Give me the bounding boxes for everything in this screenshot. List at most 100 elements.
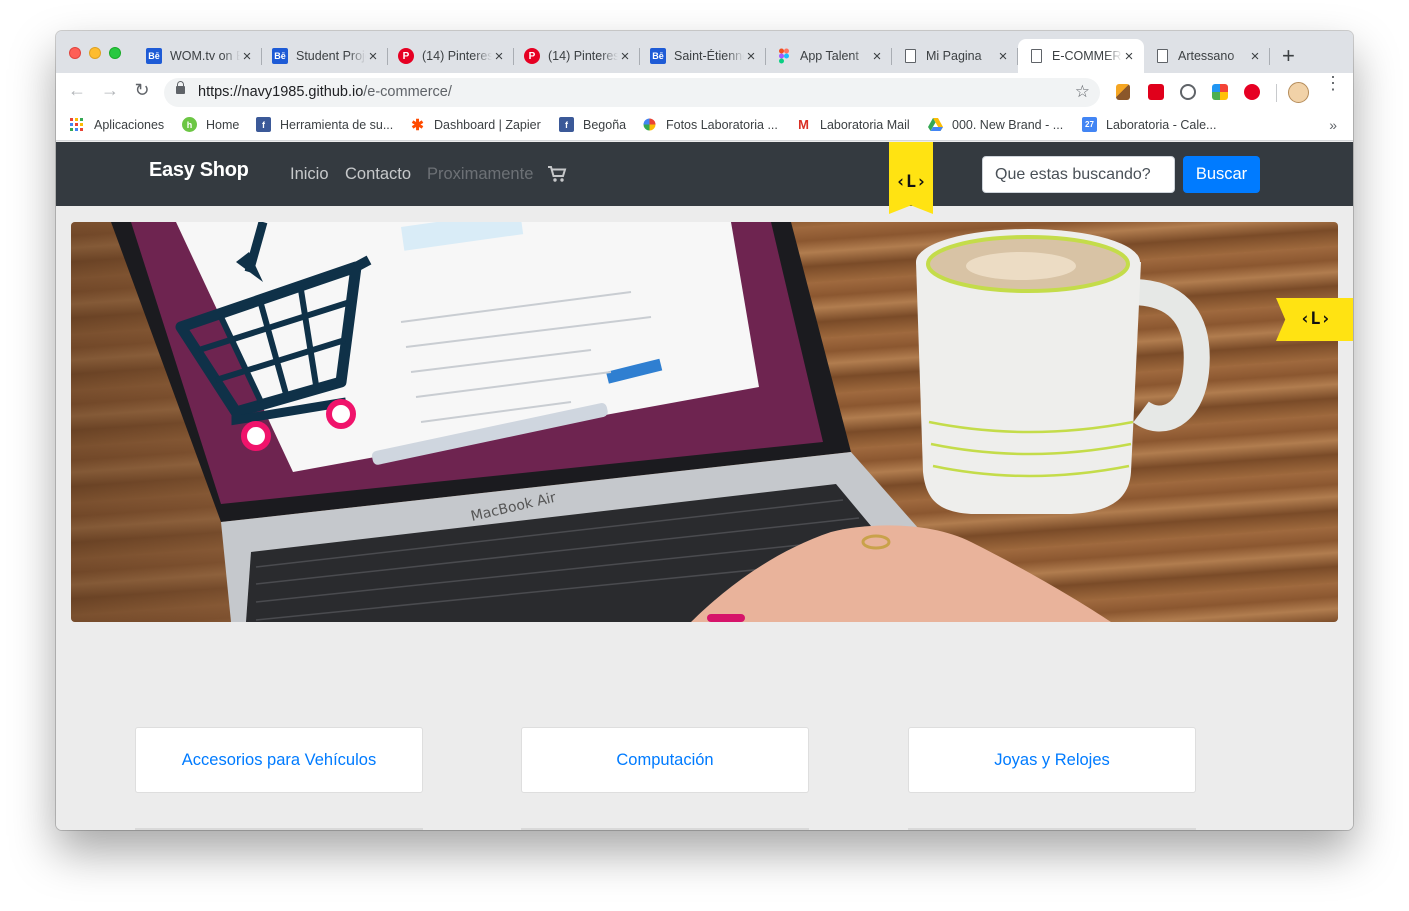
category-card-joyas[interactable]: Joyas y Relojes xyxy=(908,727,1196,793)
bookmark-aplicaciones[interactable]: Aplicaciones xyxy=(70,117,164,132)
bookmark-calendario[interactable]: 27 Laboratoria - Cale... xyxy=(1082,117,1216,132)
bookmark-home[interactable]: h Home xyxy=(182,117,239,132)
extension-ribbon-side[interactable]: ‹L› xyxy=(1276,298,1353,341)
bookmark-label: Laboratoria Mail xyxy=(820,117,910,132)
nav-link-proximamente: Proximamente xyxy=(427,165,534,183)
bookmark-begona[interactable]: f Begoña xyxy=(559,117,626,132)
category-card-vehiculos[interactable]: Accesorios para Vehículos xyxy=(135,727,423,793)
lock-icon xyxy=(176,81,185,94)
tab-saint-etienne[interactable]: Bē Saint-Étienne × xyxy=(640,39,766,73)
tab-mi-pagina[interactable]: Mi Pagina × xyxy=(892,39,1018,73)
pinterest-icon: P xyxy=(524,48,540,64)
web-page: Easy Shop Inicio Contacto Proximamente B… xyxy=(56,142,1353,830)
behance-icon: Bē xyxy=(146,48,162,64)
url-host: https://navy1985.github.io xyxy=(198,84,364,100)
tab-title: WOM.tv on Behance xyxy=(170,49,240,63)
close-icon[interactable]: × xyxy=(492,48,506,65)
bookmarks-bar: Aplicaciones h Home f Herramienta de su.… xyxy=(56,111,1353,141)
tab-title: App Talent xyxy=(800,49,859,63)
search-button[interactable]: Buscar xyxy=(1183,156,1260,193)
nav-link-contacto[interactable]: Contacto xyxy=(345,165,411,184)
close-icon[interactable]: × xyxy=(366,48,380,65)
close-icon[interactable]: × xyxy=(618,48,632,65)
extension-lastpass-icon[interactable] xyxy=(1148,84,1164,100)
figma-icon xyxy=(776,48,792,64)
back-arrow-icon[interactable]: ← xyxy=(66,80,88,101)
extension-ruler-icon[interactable] xyxy=(1116,84,1130,100)
bookmark-label: Aplicaciones xyxy=(94,117,165,132)
bookmark-zapier[interactable]: ✱ Dashboard | Zapier xyxy=(410,116,541,134)
extension-shutter-icon[interactable] xyxy=(1180,84,1196,100)
tab-wom-tv[interactable]: Bē WOM.tv on Behance × xyxy=(136,39,262,73)
brand-logo[interactable]: Easy Shop xyxy=(149,159,249,182)
search-input[interactable] xyxy=(982,156,1175,193)
tab-list: Bē WOM.tv on Behance × Bē Student Projec… xyxy=(136,39,1270,73)
facebook-icon: f xyxy=(256,117,271,132)
close-icon[interactable]: × xyxy=(870,48,884,65)
close-icon[interactable]: × xyxy=(1122,48,1136,65)
new-tab-button[interactable]: + xyxy=(1282,43,1295,69)
bookmark-herramienta[interactable]: f Herramienta de su... xyxy=(256,117,393,132)
close-icon[interactable]: × xyxy=(240,48,254,65)
google-photos-icon xyxy=(643,118,656,131)
coffee-mug xyxy=(916,229,1210,514)
tab-student-projects[interactable]: Bē Student Projects × xyxy=(262,39,388,73)
behance-icon: Bē xyxy=(650,48,666,64)
bookmark-fotos[interactable]: Fotos Laboratoria ... xyxy=(642,117,778,132)
tab-title: Artessano xyxy=(1178,49,1235,63)
bookmark-new-brand[interactable]: 000. New Brand - ... xyxy=(928,117,1063,132)
extension-ribbon-top[interactable]: ‹L› xyxy=(889,142,933,214)
bookmark-mail[interactable]: M Laboratoria Mail xyxy=(796,117,910,132)
address-bar[interactable]: https://navy1985.github.io/e-commerce/ ☆ xyxy=(164,78,1100,107)
url-path: /e-commerce/ xyxy=(363,84,452,100)
category-card-computacion[interactable]: Computación xyxy=(521,727,809,793)
tab-pinterest-2[interactable]: P (14) Pinterest × xyxy=(514,39,640,73)
close-icon[interactable]: × xyxy=(1248,48,1262,65)
profile-avatar[interactable] xyxy=(1288,82,1309,103)
apps-grid-icon xyxy=(70,117,85,132)
tab-strip: Bē WOM.tv on Behance × Bē Student Projec… xyxy=(56,31,1353,73)
bookmark-label: 000. New Brand - ... xyxy=(952,117,1064,132)
more-bookmarks-chevron-icon[interactable]: » xyxy=(1329,117,1337,133)
bookmark-label: Fotos Laboratoria ... xyxy=(666,117,778,132)
close-icon[interactable]: × xyxy=(996,48,1010,65)
site-navbar: Easy Shop Inicio Contacto Proximamente B… xyxy=(56,142,1353,206)
cart-icon[interactable] xyxy=(547,165,567,183)
close-icon[interactable]: × xyxy=(744,48,758,65)
bookmark-label: Laboratoria - Cale... xyxy=(1106,117,1217,132)
more-menu-icon[interactable]: ⋮ xyxy=(1324,74,1342,92)
calendar-icon: 27 xyxy=(1082,117,1097,132)
tab-pinterest-1[interactable]: P (14) Pinterest × xyxy=(388,39,514,73)
tab-title: (14) Pinterest xyxy=(548,49,618,63)
close-window-button[interactable] xyxy=(69,47,81,59)
tab-title: (14) Pinterest xyxy=(422,49,492,63)
tab-title: Student Projects xyxy=(296,49,366,63)
tab-app-talent[interactable]: App Talent × xyxy=(766,39,892,73)
zoom-window-button[interactable] xyxy=(109,47,121,59)
bookmark-star-icon[interactable]: ☆ xyxy=(1075,82,1090,102)
behance-icon: Bē xyxy=(272,48,288,64)
extension-colorpicker-icon[interactable] xyxy=(1212,84,1228,100)
extension-pinterest-icon[interactable] xyxy=(1244,84,1260,100)
card-row-edge xyxy=(521,828,809,830)
url-text: https://navy1985.github.io/e-commerce/ xyxy=(198,84,452,100)
tab-title: E-COMMERCE xyxy=(1052,49,1122,63)
reload-icon[interactable]: ↻ xyxy=(131,80,153,101)
zapier-icon: ✱ xyxy=(411,116,424,134)
minimize-window-button[interactable] xyxy=(89,47,101,59)
gmail-icon: M xyxy=(798,117,809,132)
google-drive-icon xyxy=(928,117,943,132)
laptop-coffee-illustration: MacBook Air xyxy=(111,222,1210,622)
tab-title: Mi Pagina xyxy=(926,49,982,63)
tab-artessano[interactable]: Artessano × xyxy=(1144,39,1270,73)
page-icon xyxy=(1028,48,1044,64)
tab-e-commerce[interactable]: E-COMMERCE × xyxy=(1018,39,1144,73)
page-icon xyxy=(1154,48,1170,64)
bookmark-label: Begoña xyxy=(583,117,627,132)
card-row-edge xyxy=(135,828,423,830)
forward-arrow-icon[interactable]: → xyxy=(99,80,121,101)
fingernail xyxy=(707,614,745,622)
pinterest-icon: P xyxy=(398,48,414,64)
nav-link-inicio[interactable]: Inicio xyxy=(290,165,329,184)
hero-banner-image: MacBook Air xyxy=(71,222,1338,622)
